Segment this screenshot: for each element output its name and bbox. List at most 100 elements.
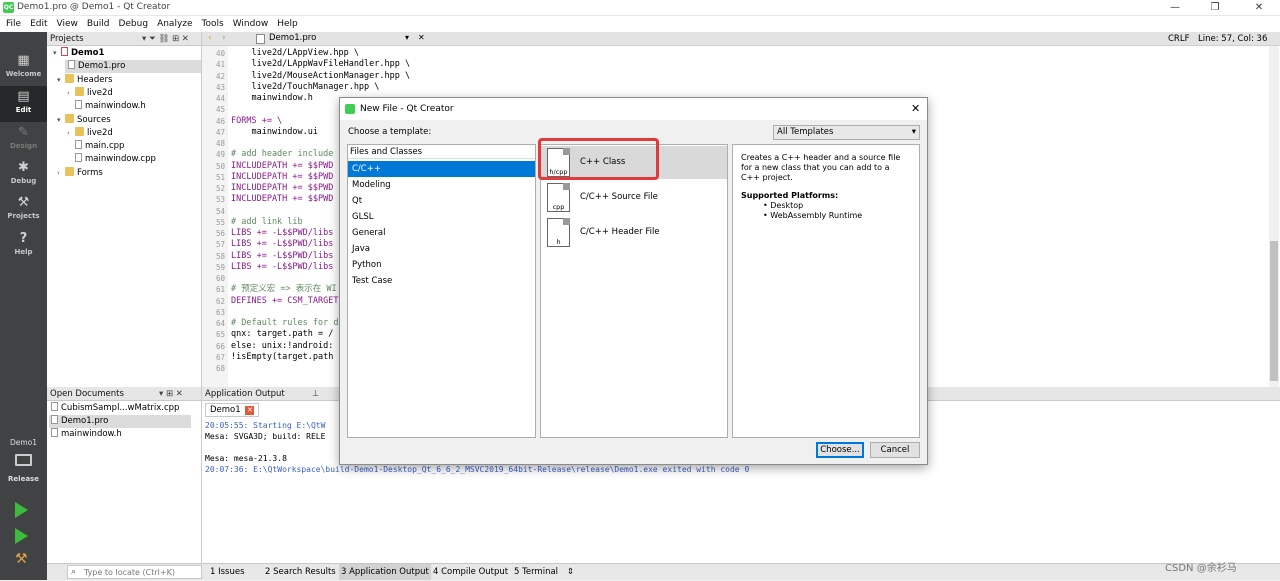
chevron-down-icon: ▾ bbox=[57, 116, 61, 124]
menu-build[interactable]: Build bbox=[87, 19, 110, 29]
close-file-icon[interactable]: ✕ bbox=[418, 33, 425, 42]
mode-edit[interactable]: ▤ Edit bbox=[0, 86, 47, 122]
monitor-icon[interactable] bbox=[15, 454, 32, 466]
tree-item[interactable]: mainwindow.h bbox=[75, 100, 146, 113]
open-documents-header: Open Documents ▾ ⊞ ✕ bbox=[47, 387, 201, 401]
open-doc-item[interactable]: CubismSampl...wMatrix.cpp bbox=[51, 402, 179, 415]
output-tab[interactable]: Demo1 ✕ bbox=[205, 403, 260, 417]
menu-debug[interactable]: Debug bbox=[118, 19, 148, 29]
pane-toolbar-icons[interactable]: ▾ ⏷ ⛓ ⊞ ✕ bbox=[142, 32, 189, 46]
menu-tools[interactable]: Tools bbox=[202, 19, 224, 29]
tree-item[interactable]: ▾ Headers bbox=[57, 74, 112, 87]
tree-item[interactable]: › Forms bbox=[57, 167, 103, 180]
tab-issues[interactable]: 1 Issues bbox=[210, 564, 245, 580]
open-documents-title[interactable]: Open Documents bbox=[50, 389, 124, 399]
category-group-header: Files and Classes bbox=[348, 145, 535, 159]
code-line: LIBS += -L$$PWD/libs bbox=[231, 228, 334, 238]
locate-input[interactable]: ⌕ Type to locate (Ctrl+K) bbox=[67, 565, 202, 579]
editor-file-tab[interactable]: Demo1.pro bbox=[269, 33, 316, 43]
nav-back-icon[interactable]: ‹ bbox=[208, 33, 212, 43]
code-line: live2d/TouchManager.hpp \ bbox=[231, 81, 380, 92]
cpp-source-file-icon: cpp bbox=[547, 183, 570, 212]
tree-item-selected[interactable]: Demo1.pro bbox=[65, 60, 201, 73]
build-hammer-icon[interactable]: ⚒ bbox=[15, 551, 31, 567]
template-description-panel: Creates a C++ header and a source file f… bbox=[732, 144, 920, 438]
clear-output-icon[interactable]: ⊥ bbox=[312, 387, 319, 401]
category-item-modeling[interactable]: Modeling bbox=[352, 177, 391, 193]
category-item-qt[interactable]: Qt bbox=[352, 193, 362, 209]
minimize-icon[interactable]: — bbox=[1160, 1, 1190, 15]
mode-design[interactable]: ✎ Design bbox=[0, 122, 47, 158]
tree-item[interactable]: main.cpp bbox=[75, 140, 124, 153]
tab-application-output[interactable]: 3 Application Output bbox=[339, 564, 431, 580]
close-tab-icon[interactable]: ✕ bbox=[245, 406, 255, 415]
code-line: # Default rules for d bbox=[231, 318, 339, 328]
tab-terminal[interactable]: 5 Terminal bbox=[514, 564, 558, 580]
template-item-source-file[interactable]: cpp C/C++ Source File bbox=[545, 181, 731, 214]
menu-edit[interactable]: Edit bbox=[30, 19, 47, 29]
template-item-header-file[interactable]: h C/C++ Header File bbox=[545, 216, 731, 249]
tree-item[interactable]: ▾ Demo1 bbox=[53, 47, 104, 60]
supported-platforms-title: Supported Platforms: bbox=[741, 191, 839, 200]
menu-view[interactable]: View bbox=[57, 19, 78, 29]
dialog-title: New File - Qt Creator bbox=[360, 104, 454, 114]
choose-button[interactable]: Choose... bbox=[816, 442, 864, 458]
menu-analyze[interactable]: Analyze bbox=[157, 19, 192, 29]
title-bar: QC Demo1.pro @ Demo1 - Qt Creator — ❐ ✕ bbox=[0, 0, 1280, 16]
category-item-python[interactable]: Python bbox=[352, 257, 381, 273]
tree-item[interactable]: ▾ Sources bbox=[57, 114, 111, 127]
file-icon bbox=[68, 60, 75, 69]
nav-forward-icon[interactable]: › bbox=[222, 33, 226, 43]
mode-projects[interactable]: ⚒ Projects bbox=[0, 192, 47, 228]
open-doc-item[interactable]: mainwindow.h bbox=[51, 428, 122, 441]
chevron-right-icon: › bbox=[67, 129, 70, 137]
chevron-updown-icon[interactable]: ⇕ bbox=[567, 564, 574, 580]
code-line: !isEmpty(target.path bbox=[231, 351, 334, 362]
restore-icon[interactable]: ❐ bbox=[1200, 1, 1230, 15]
tree-item[interactable]: › live2d bbox=[67, 127, 113, 140]
bug-icon: ✱ bbox=[18, 160, 29, 175]
pane-toolbar-icons[interactable]: ▾ ⊞ ✕ bbox=[159, 387, 183, 401]
pencil-icon: ✎ bbox=[18, 125, 29, 140]
cancel-button[interactable]: Cancel bbox=[870, 442, 920, 458]
category-item-test-case[interactable]: Test Case bbox=[352, 273, 392, 289]
tree-item[interactable]: › live2d bbox=[67, 87, 113, 100]
run-icon[interactable] bbox=[15, 502, 28, 518]
category-item-general[interactable]: General bbox=[352, 225, 386, 241]
mode-debug[interactable]: ✱ Debug bbox=[0, 157, 47, 193]
category-item-glsl[interactable]: GLSL bbox=[352, 209, 373, 225]
debug-run-icon[interactable] bbox=[15, 528, 28, 544]
dialog-close-icon[interactable]: ✕ bbox=[911, 98, 920, 120]
file-icon bbox=[75, 140, 82, 149]
kit-project[interactable]: Demo1 bbox=[0, 438, 47, 447]
mode-help[interactable]: ? Help bbox=[0, 228, 47, 264]
tab-search-results[interactable]: 2 Search Results bbox=[265, 564, 336, 580]
line-ending[interactable]: CRLF bbox=[1168, 34, 1189, 44]
tab-compile-output[interactable]: 4 Compile Output bbox=[433, 564, 508, 580]
highlight-box bbox=[538, 138, 659, 180]
template-filter-select[interactable]: All Templates ▾ bbox=[773, 125, 920, 140]
folder-icon bbox=[65, 167, 74, 176]
window-title: Demo1.pro @ Demo1 - Qt Creator bbox=[17, 2, 171, 12]
file-icon bbox=[51, 428, 58, 437]
category-item-cpp[interactable]: C/C++ bbox=[352, 161, 381, 177]
cursor-position[interactable]: Line: 57, Col: 36 bbox=[1198, 34, 1267, 44]
menu-file[interactable]: File bbox=[6, 19, 21, 29]
tree-item[interactable]: mainwindow.cpp bbox=[75, 153, 156, 166]
search-icon: ⌕ bbox=[71, 567, 77, 577]
code-line: LIBS += -L$$PWD/libs bbox=[231, 261, 334, 272]
projects-title[interactable]: Projects bbox=[50, 34, 84, 44]
chevron-down-icon[interactable]: ▾ bbox=[405, 33, 409, 42]
editor-scrollbar[interactable] bbox=[1269, 46, 1279, 387]
choose-template-label: Choose a template: bbox=[348, 127, 432, 137]
mode-welcome[interactable]: ▦ Welcome bbox=[0, 50, 47, 86]
menu-window[interactable]: Window bbox=[233, 19, 269, 29]
menu-help[interactable]: Help bbox=[277, 19, 298, 29]
kit-config[interactable]: Release bbox=[0, 475, 47, 483]
open-doc-item-selected[interactable]: Demo1.pro bbox=[49, 415, 191, 428]
close-icon[interactable]: ✕ bbox=[1244, 1, 1274, 15]
cpp-header-file-icon: h bbox=[547, 218, 570, 247]
category-item-java[interactable]: Java bbox=[352, 241, 370, 257]
scrollbar-thumb[interactable] bbox=[1270, 241, 1278, 381]
code-line: INCLUDEPATH += $$PWD bbox=[231, 183, 334, 193]
